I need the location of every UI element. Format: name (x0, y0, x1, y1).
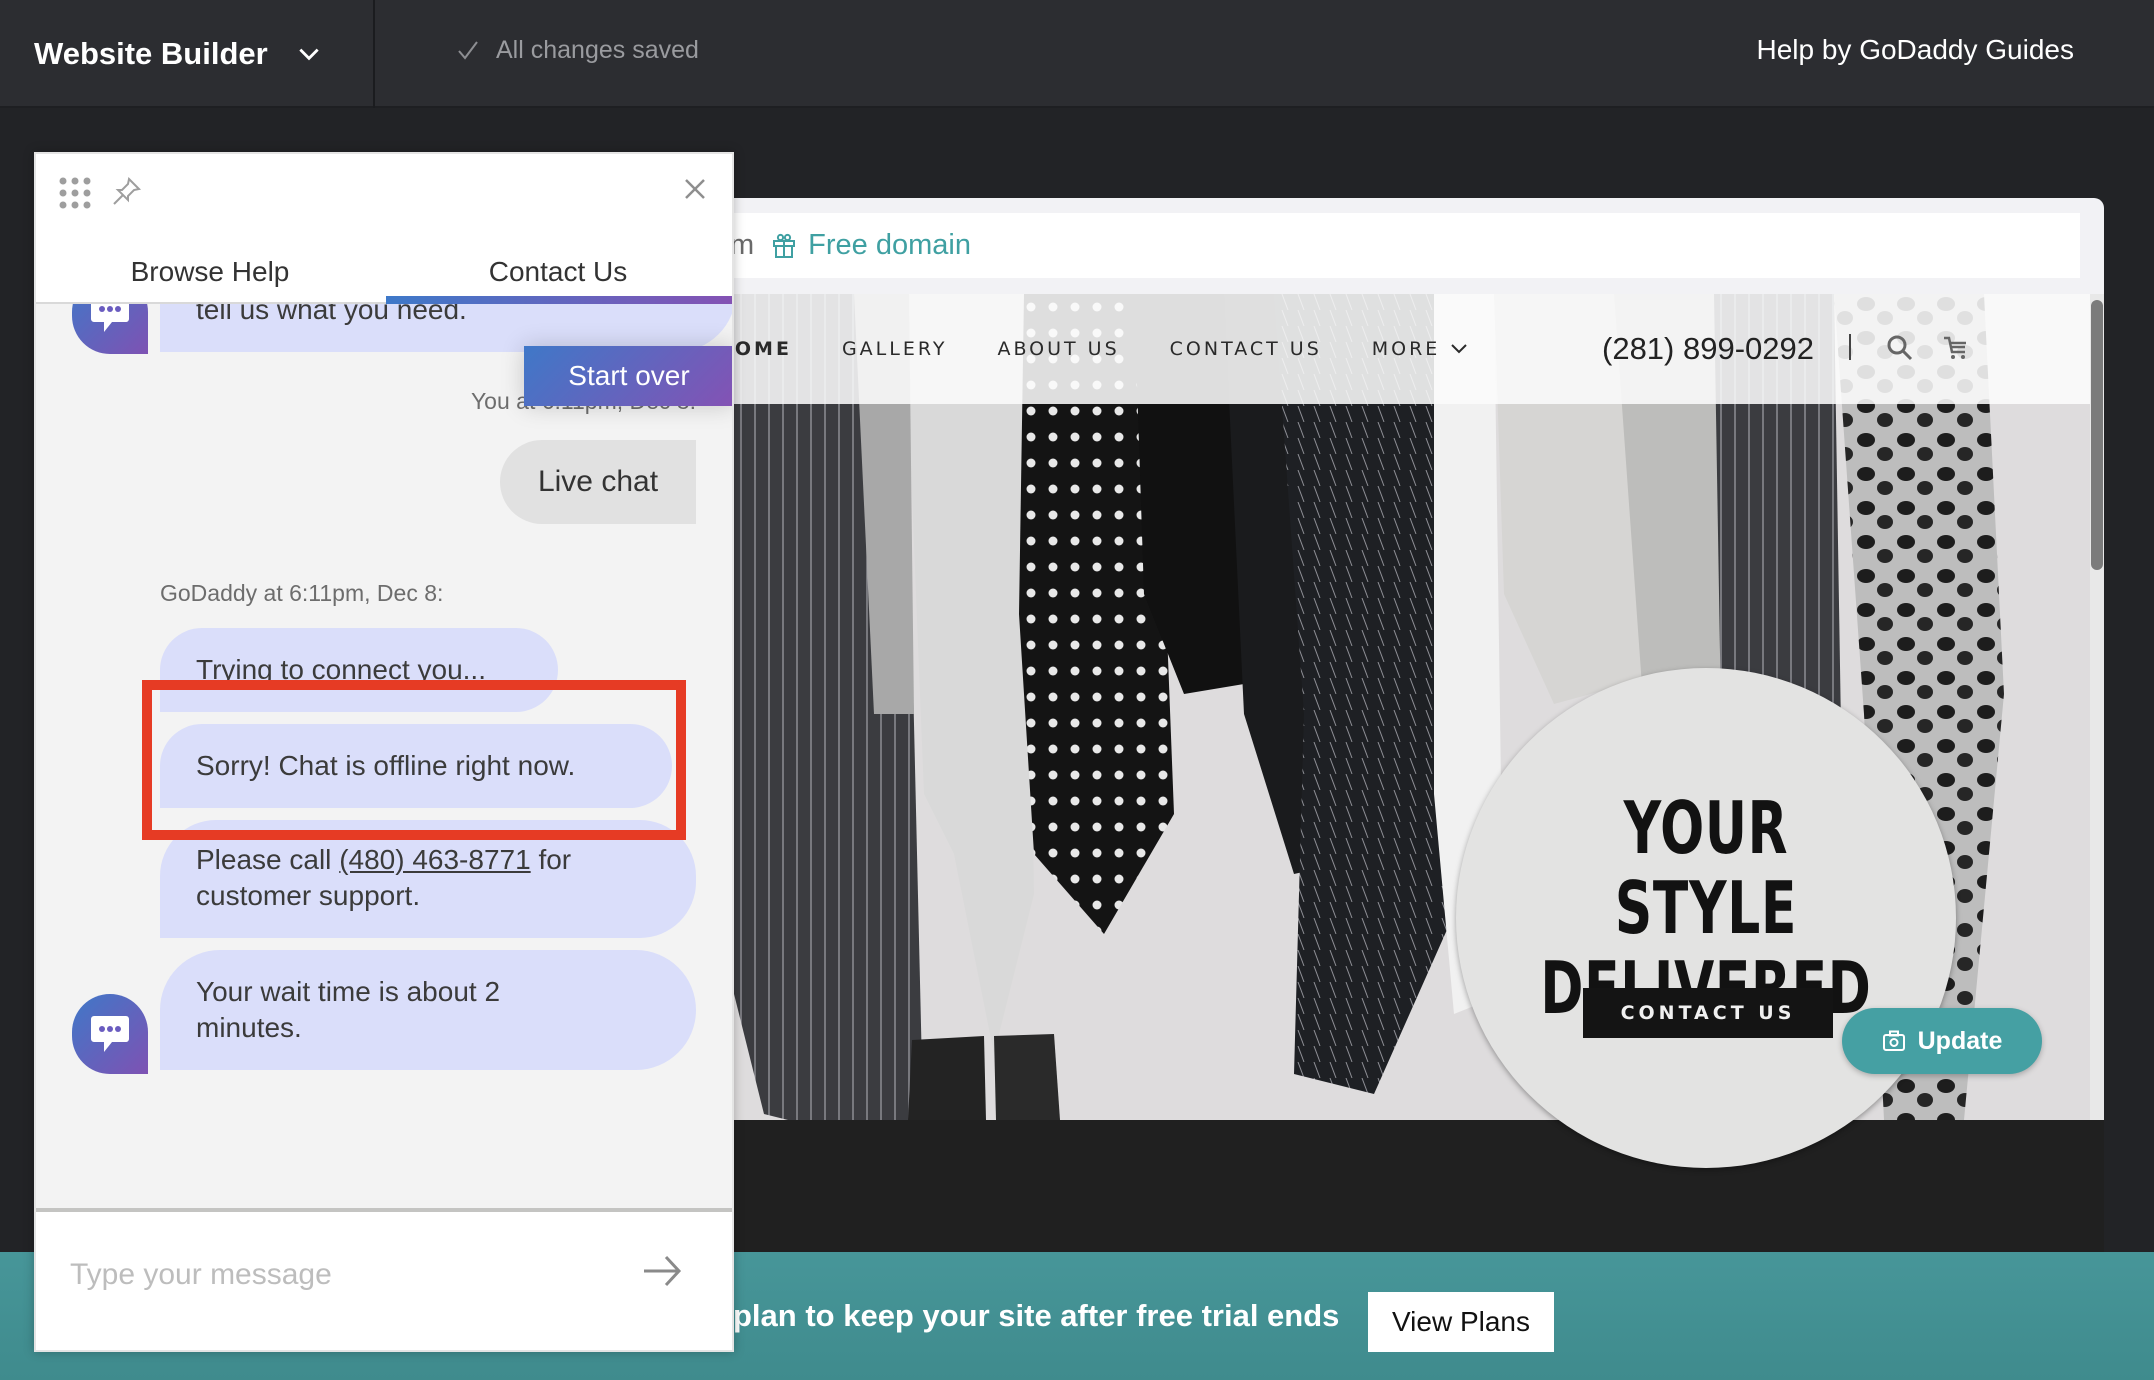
trial-banner-text: plan to keep your site after free trial … (733, 1298, 1340, 1333)
preview-scrollbar-thumb[interactable] (2091, 300, 2103, 570)
app-title: Website Builder (34, 36, 268, 71)
nav-separator (1849, 334, 1851, 360)
free-domain-label: Free domain (808, 229, 971, 261)
bot-message-call: Please call (480) 463-8771 for customer … (160, 820, 696, 938)
site-navigation: HOME GALLERY ABOUT US CONTACT US MORE (2… (734, 294, 2090, 404)
site-nav-more-label: MORE (1371, 338, 1441, 360)
preview-scrollbar[interactable] (2090, 294, 2104, 1252)
send-arrow-icon[interactable] (642, 1254, 682, 1288)
active-tab-indicator (386, 296, 732, 304)
hero-title-line-1: YOUR STYLE (1614, 786, 1798, 950)
drag-handle-icon[interactable] (58, 176, 92, 210)
site-nav-gallery[interactable]: GALLERY (842, 338, 948, 360)
header-divider (373, 0, 375, 108)
tab-browse-help[interactable]: Browse Help (36, 242, 384, 302)
bot-message-offline: Sorry! Chat is offline right now. (160, 724, 672, 808)
chat-bubble-icon (91, 1016, 129, 1052)
camera-icon (1882, 1030, 1905, 1051)
bot-message-meta: GoDaddy at 6:11pm, Dec 8: (160, 580, 444, 606)
help-guides-link[interactable]: Help by GoDaddy Guides (1756, 0, 2074, 100)
checkmark-icon (458, 41, 478, 60)
app-switcher[interactable]: Website Builder (34, 0, 322, 108)
chevron-down-icon (1451, 344, 1468, 354)
bot-avatar (72, 994, 148, 1074)
app-header: Website Builder All changes saved Help b… (0, 0, 2154, 108)
chat-message-input[interactable] (70, 1250, 590, 1300)
save-status: All changes saved (456, 0, 699, 100)
free-domain-link[interactable]: Free domain (772, 229, 971, 262)
save-status-text: All changes saved (496, 35, 699, 64)
call-prefix: Please call (196, 844, 340, 875)
site-nav-home[interactable]: HOME (734, 338, 792, 360)
view-plans-button[interactable]: View Plans (1368, 1292, 1554, 1352)
user-message: Live chat (500, 440, 696, 524)
update-image-button[interactable]: Update (1842, 1008, 2042, 1074)
site-nav-about-us[interactable]: ABOUT US (997, 338, 1119, 360)
update-label: Update (1917, 1026, 2003, 1055)
site-nav-contact-us[interactable]: CONTACT US (1170, 338, 1322, 360)
bot-message: Trying to connect you... (160, 628, 558, 712)
support-phone-link[interactable]: (480) 463-8771 (339, 844, 530, 875)
hero-text-circle: YOUR STYLE DELIVERED CONTACT US (1456, 668, 1956, 1168)
close-icon[interactable] (684, 178, 706, 200)
tab-contact-us[interactable]: Contact Us (384, 242, 732, 302)
chat-compose-area (36, 1208, 732, 1350)
help-chat-panel: tell us what you need. You at 6:11pm, De… (34, 152, 734, 1352)
hero-contact-us-button[interactable]: CONTACT US (1583, 988, 1833, 1038)
cart-icon[interactable] (1942, 334, 1970, 362)
preview-url-bar: m Free domain (700, 213, 2080, 278)
site-phone-number[interactable]: (281) 899-0292 (1602, 294, 1814, 404)
chat-panel-header: Browse Help Contact Us (36, 154, 732, 304)
pin-icon[interactable] (112, 176, 142, 206)
site-nav-more[interactable]: MORE (1372, 338, 1469, 360)
bot-message-wait: Your wait time is about 2 minutes. (160, 950, 696, 1070)
chat-messages[interactable]: tell us what you need. You at 6:11pm, De… (36, 154, 732, 1210)
chevron-down-icon (299, 48, 319, 61)
search-icon[interactable] (1886, 334, 1914, 362)
gift-icon (773, 233, 796, 258)
start-over-button[interactable]: Start over (524, 346, 732, 406)
next-section (700, 1120, 2104, 1252)
